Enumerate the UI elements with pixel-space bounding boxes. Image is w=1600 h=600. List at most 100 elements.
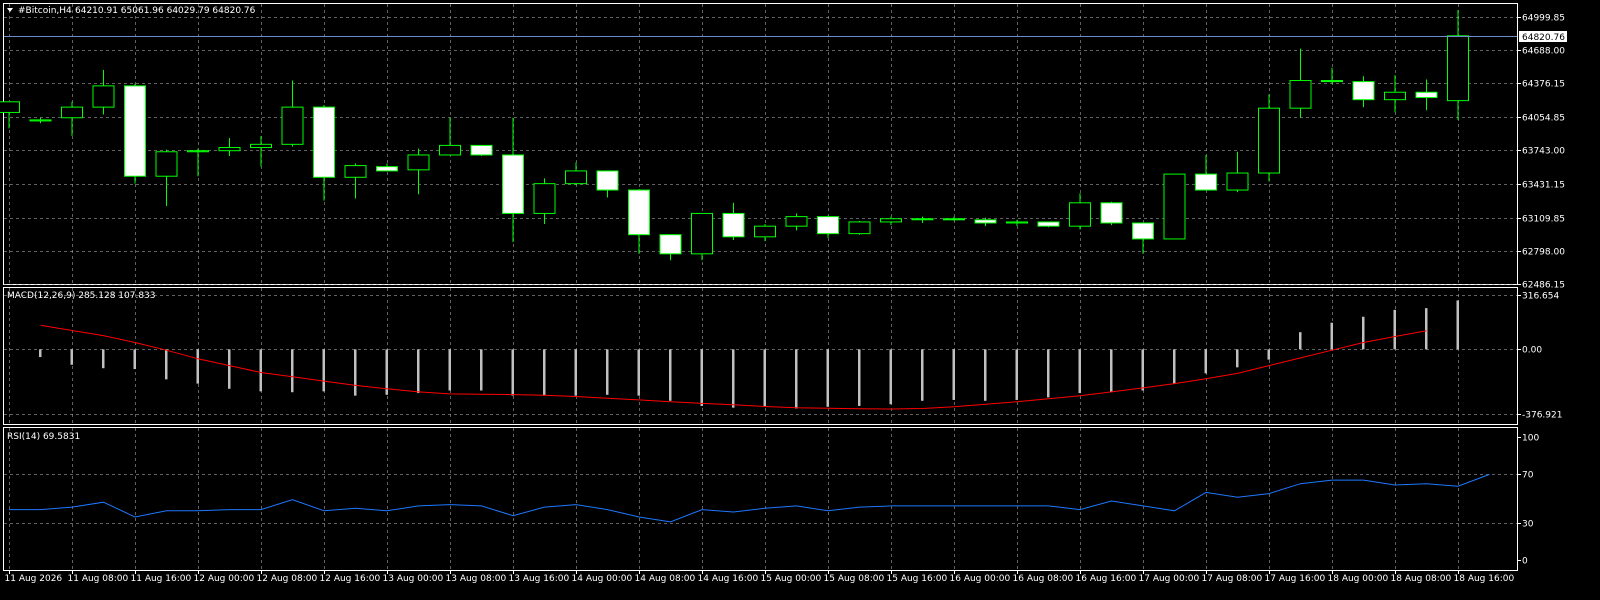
candle-bull	[187, 150, 209, 153]
candle-bull	[218, 147, 241, 152]
macd-histogram-bar	[763, 349, 766, 407]
time-axis-label: 13 Aug 16:00	[509, 574, 570, 584]
macd-histogram-bar	[637, 349, 640, 396]
time-axis-label: 11 Aug 2026	[5, 574, 63, 584]
macd-histogram-bar	[826, 349, 829, 407]
candle-bull	[848, 221, 871, 235]
price-axis-label: 63431.15	[1522, 181, 1565, 191]
candle-bear	[659, 234, 682, 255]
candle-bull	[1163, 173, 1186, 240]
macd-axis-label: 0.00	[1522, 346, 1542, 356]
macd-histogram-bar	[133, 349, 136, 370]
macd-histogram-bar	[511, 349, 514, 396]
candle-bull	[880, 218, 902, 223]
rsi-axis-label: 0	[1522, 557, 1528, 567]
macd-histogram-bar	[165, 349, 168, 380]
candle-bear	[470, 144, 493, 156]
macd-histogram-bar	[606, 349, 609, 395]
candle-bear	[817, 216, 839, 235]
current-price-value: 64820.76	[1522, 33, 1565, 43]
macd-histogram-bar	[795, 349, 798, 409]
macd-histogram-bar	[921, 349, 924, 401]
candle-bull	[785, 216, 808, 227]
macd-histogram-bar	[448, 349, 451, 391]
macd-histogram-bar	[354, 349, 357, 396]
macd-histogram-bar	[291, 349, 294, 393]
time-axis-label: 12 Aug 08:00	[257, 574, 318, 584]
candle-bear	[974, 219, 997, 224]
time-axis-label: 17 Aug 16:00	[1265, 574, 1326, 584]
macd-histogram-bar	[858, 349, 861, 406]
time-axis-label: 17 Aug 00:00	[1139, 574, 1200, 584]
candle-bear	[376, 166, 398, 172]
macd-histogram-bar	[1141, 349, 1144, 391]
time-axis-label: 11 Aug 08:00	[68, 574, 129, 584]
macd-histogram-bar	[700, 349, 703, 406]
macd-histogram-bar	[1267, 349, 1270, 360]
candle-bear	[1352, 81, 1375, 101]
time-axis-label: 17 Aug 08:00	[1202, 574, 1263, 584]
price-axis-label: 62798.00	[1522, 248, 1565, 258]
time-axis-label: 18 Aug 00:00	[1328, 574, 1389, 584]
trading-chart[interactable]: 64999.85 64688.00 64376.15 64054.85 63743.00…	[0, 0, 1600, 600]
macd-histogram-bar	[322, 349, 325, 392]
time-axis-label: 12 Aug 00:00	[194, 574, 255, 584]
candle-bull	[344, 165, 367, 178]
candle-bear	[1195, 173, 1217, 191]
candle-bull	[281, 106, 304, 145]
candle-bull	[533, 183, 556, 214]
candle-bear	[313, 106, 335, 178]
time-axis-label: 14 Aug 00:00	[572, 574, 633, 584]
candle-bull	[691, 212, 713, 255]
macd-histogram-bar	[39, 349, 42, 358]
macd-axis-label: -376.921	[1522, 411, 1562, 421]
macd-histogram-bar	[102, 349, 105, 369]
candle-bear	[1415, 91, 1438, 99]
candle-bull	[911, 218, 934, 221]
rsi-axis-label: 70	[1522, 471, 1534, 481]
candle-bear	[1321, 80, 1343, 83]
candle-bull	[1069, 202, 1091, 227]
macd-title: MACD(12,26,9) 285.128 107.833	[7, 291, 156, 301]
candle-bull	[1447, 35, 1469, 102]
price-axis-label: 63743.00	[1522, 147, 1565, 157]
candle-bull	[29, 119, 52, 122]
rsi-title: RSI(14) 69.5831	[7, 432, 80, 442]
candle-bull	[1258, 107, 1280, 174]
candle-bull	[439, 144, 461, 156]
candle-bear	[943, 218, 965, 221]
candle-bull	[61, 106, 83, 119]
price-axis-label: 64688.00	[1522, 47, 1565, 57]
candle-bull	[1384, 91, 1406, 101]
macd-histogram-bar	[196, 349, 199, 384]
macd-histogram-bar	[259, 349, 262, 392]
macd-histogram-bar	[984, 349, 987, 401]
time-axis-label: 12 Aug 16:00	[320, 574, 381, 584]
time-axis-label: 15 Aug 16:00	[887, 574, 948, 584]
macd-histogram-bar	[952, 349, 955, 400]
macd-histogram-bar	[1173, 349, 1176, 384]
rsi-axis-label: 30	[1522, 520, 1534, 530]
macd-histogram-bar	[669, 349, 672, 401]
macd-histogram-bar	[1393, 309, 1396, 350]
macd-histogram-bar	[732, 349, 735, 408]
macd-histogram-bar	[1204, 349, 1207, 374]
time-axis-label: 18 Aug 16:00	[1454, 574, 1515, 584]
macd-histogram-bar	[385, 349, 388, 395]
candle-bull	[1289, 80, 1312, 109]
candle-bear	[722, 212, 745, 238]
macd-histogram-bar	[1078, 349, 1081, 394]
candle-bear	[1100, 202, 1123, 224]
time-axis-label: 14 Aug 16:00	[698, 574, 759, 584]
candle-bull	[250, 143, 272, 149]
candle-bull	[1006, 221, 1028, 224]
time-axis-label: 11 Aug 16:00	[131, 574, 192, 584]
candle-bull	[754, 225, 776, 238]
macd-histogram-bar	[1236, 349, 1239, 368]
macd-histogram-bar	[1015, 349, 1018, 400]
macd-histogram-bar	[889, 349, 892, 405]
time-axis-label: 16 Aug 08:00	[1013, 574, 1074, 584]
price-axis-label: 64054.85	[1522, 114, 1565, 124]
symbol-label: #Bitcoin,H4	[18, 6, 72, 16]
rsi-axis-label: 100	[1522, 434, 1539, 444]
